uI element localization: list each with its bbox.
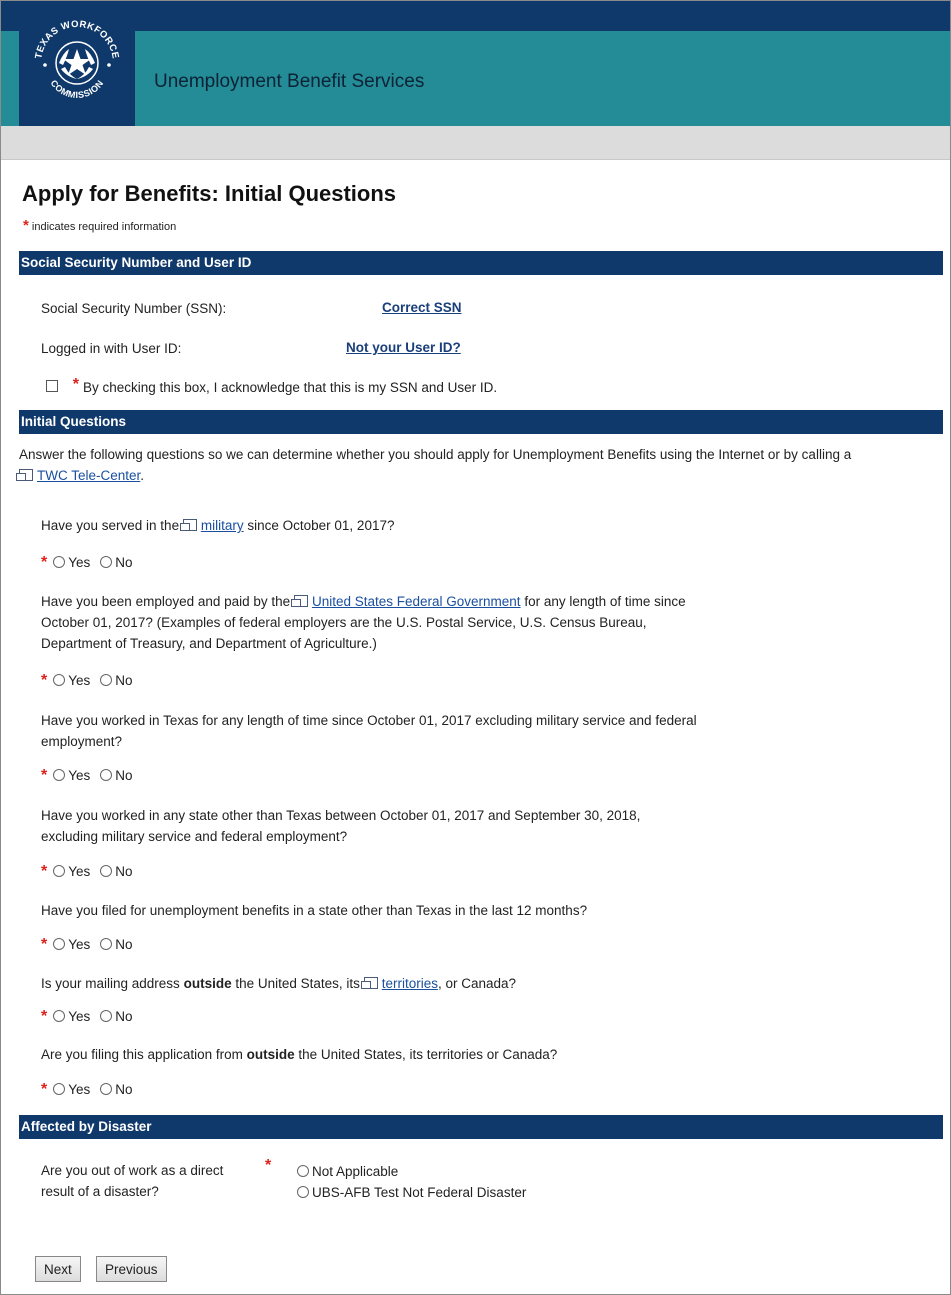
q2-text-post: for any length of time since	[524, 594, 686, 609]
correct-ssn-link[interactable]: Correct SSN	[382, 300, 462, 315]
radio-no-filed-elsewhere[interactable]: No	[100, 937, 133, 952]
radio-no-military[interactable]: No	[100, 555, 133, 570]
answer-row-federal: * Yes No	[41, 672, 143, 690]
q4-text-line2: excluding military service and federal e…	[41, 829, 348, 844]
required-note-text: indicates required information	[31, 221, 177, 233]
required-star: *	[41, 936, 48, 953]
answer-row-texas: * Yes No	[41, 767, 143, 785]
page-title: Apply for Benefits: Initial Questions	[22, 181, 397, 206]
required-star: *	[41, 1081, 48, 1098]
q2-text-line3: Department of Treasury, and Department o…	[41, 636, 377, 651]
military-link[interactable]: military	[201, 518, 244, 533]
new-window-icon	[290, 595, 308, 607]
disaster-question-line2: result of a disaster?	[41, 1184, 159, 1199]
required-star: *	[41, 554, 48, 571]
q3-text-line1: Have you worked in Texas for any length …	[41, 713, 697, 728]
question-military: Have you served in the military since Oc…	[41, 515, 394, 536]
q6-text-bold: outside	[183, 976, 232, 991]
ack-checkbox[interactable]	[46, 380, 58, 392]
userid-label: Logged in with User ID:	[41, 341, 182, 356]
twc-logo[interactable]: TEXAS WORKFORCE COMMISSION	[19, 1, 135, 126]
intro-text: Answer the following questions so we can…	[19, 447, 852, 462]
radio-yes-filing-location[interactable]: Yes	[53, 1082, 90, 1097]
section-header-disaster: Affected by Disaster	[19, 1115, 943, 1139]
radio-no-texas[interactable]: No	[100, 768, 133, 783]
disaster-options: Not Applicable UBS-AFB Test Not Federal …	[297, 1161, 526, 1203]
answer-row-filed-elsewhere: * Yes No	[41, 936, 143, 954]
q7-text-pre: Are you filing this application from	[41, 1047, 243, 1062]
radio-no-mailing-address[interactable]: No	[100, 1009, 133, 1024]
ack-text: By checking this box, I acknowledge that…	[83, 380, 498, 395]
header-band	[1, 31, 950, 126]
section-header-initial: Initial Questions	[19, 410, 943, 434]
radio-yes-other-state[interactable]: Yes	[53, 864, 90, 879]
q4-text-line1: Have you worked in any state other than …	[41, 808, 641, 823]
ack-row: * By checking this box, I acknowledge tha…	[46, 376, 497, 397]
answer-row-other-state: * Yes No	[41, 863, 143, 881]
question-federal: Have you been employed and paid by the U…	[41, 591, 686, 654]
page-frame: TEXAS WORKFORCE COMMISSION Unemployment …	[0, 0, 951, 1295]
new-window-icon	[179, 519, 197, 531]
seal-icon: TEXAS WORKFORCE COMMISSION	[33, 19, 120, 106]
answer-row-mailing-address: * Yes No	[41, 1008, 143, 1026]
radio-no-other-state[interactable]: No	[100, 864, 133, 879]
ssn-label: Social Security Number (SSN):	[41, 301, 227, 316]
question-mailing-address: Is your mailing address outside the Unit…	[41, 973, 516, 994]
q5-text: Have you filed for unemployment benefits…	[41, 903, 588, 918]
q6-text-pre: Is your mailing address	[41, 976, 180, 991]
previous-button[interactable]: Previous	[96, 1256, 167, 1282]
app-title: Unemployment Benefit Services	[154, 71, 425, 92]
tele-center-link[interactable]: TWC Tele-Center	[37, 468, 140, 483]
q6-text-mid: the United States, its	[235, 976, 360, 991]
disaster-question-line1: Are you out of work as a direct	[41, 1163, 224, 1178]
q3-text-line2: employment?	[41, 734, 123, 749]
radio-no-filing-location[interactable]: No	[100, 1082, 133, 1097]
question-texas: Have you worked in Texas for any length …	[41, 710, 697, 752]
ack-required-star: *	[72, 376, 79, 393]
question-other-state: Have you worked in any state other than …	[41, 805, 640, 847]
header-top-band	[1, 1, 950, 31]
required-star: *	[41, 863, 48, 880]
radio-yes-filed-elsewhere[interactable]: Yes	[53, 937, 90, 952]
required-star: *	[265, 1157, 272, 1174]
q2-text-line2: October 01, 2017? (Examples of federal e…	[41, 615, 647, 630]
new-window-icon	[16, 469, 33, 481]
q1-text-pre: Have you served in the	[41, 518, 180, 533]
required-star: *	[41, 767, 48, 784]
radio-no-federal[interactable]: No	[100, 673, 133, 688]
required-star: *	[23, 217, 29, 234]
q6-text-post: , or Canada?	[437, 976, 517, 991]
next-button[interactable]: Next	[35, 1256, 81, 1282]
radio-yes-federal[interactable]: Yes	[53, 673, 90, 688]
question-filing-location: Are you filing this application from out…	[41, 1044, 557, 1065]
territories-link[interactable]: territories	[382, 976, 438, 991]
radio-disaster-not-applicable[interactable]: Not Applicable	[297, 1161, 526, 1182]
q7-text-bold: outside	[246, 1047, 295, 1062]
federal-government-link[interactable]: United States Federal Government	[312, 594, 521, 609]
required-note: * indicates required information	[23, 217, 176, 234]
disaster-question: Are you out of work as a direct result o…	[41, 1160, 223, 1202]
question-filed-elsewhere: Have you filed for unemployment benefits…	[41, 900, 587, 921]
intro-end: .	[140, 468, 145, 483]
radio-disaster-test[interactable]: UBS-AFB Test Not Federal Disaster	[297, 1182, 526, 1203]
q7-text-post: the United States, its territories or Ca…	[298, 1047, 558, 1062]
not-your-userid-link[interactable]: Not your User ID?	[346, 340, 461, 355]
section-header-ssn: Social Security Number and User ID	[19, 251, 943, 275]
radio-yes-military[interactable]: Yes	[53, 555, 90, 570]
required-star: *	[41, 672, 48, 689]
q2-text-pre: Have you been employed and paid by the	[41, 594, 291, 609]
required-star: *	[41, 1008, 48, 1025]
intro-paragraph: Answer the following questions so we can…	[16, 444, 944, 486]
toolbar-bar	[1, 126, 950, 160]
answer-row-filing-location: * Yes No	[41, 1081, 143, 1099]
new-window-icon	[360, 977, 378, 989]
radio-yes-mailing-address[interactable]: Yes	[53, 1009, 90, 1024]
radio-yes-texas[interactable]: Yes	[53, 768, 90, 783]
q1-text-post: since October 01, 2017?	[247, 518, 395, 533]
answer-row-military: * Yes No	[41, 554, 143, 572]
